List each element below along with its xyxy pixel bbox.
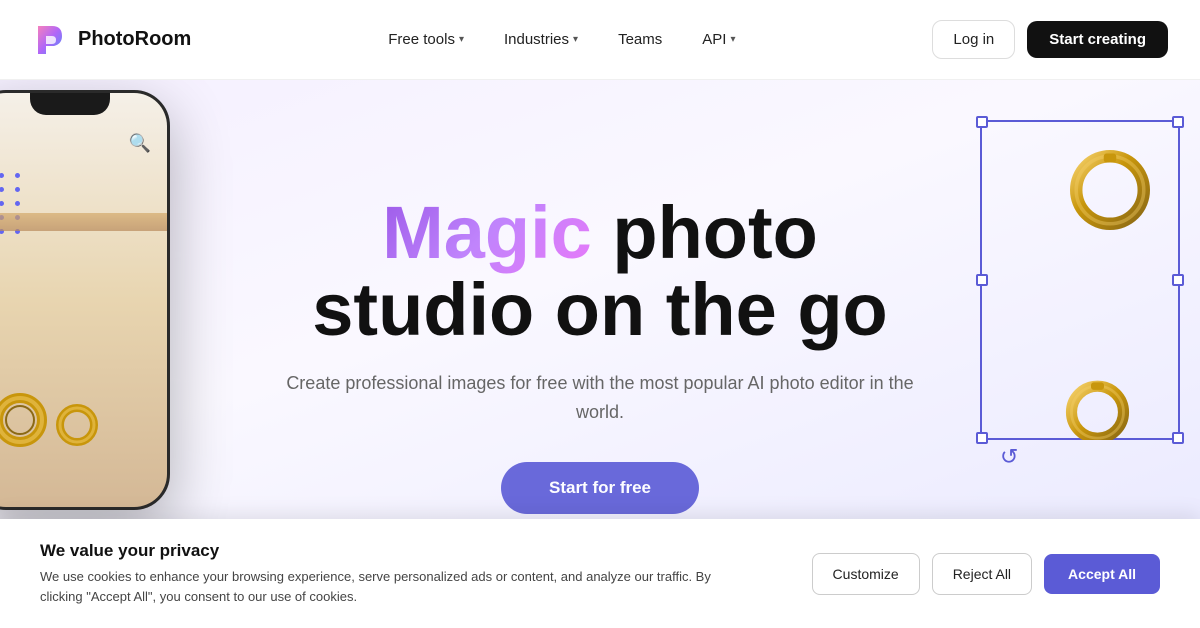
customize-button[interactable]: Customize xyxy=(812,553,920,595)
hero-content: Magic photostudio on the go Create profe… xyxy=(280,194,920,515)
dot xyxy=(15,201,20,206)
logo-icon xyxy=(32,22,68,58)
earring-gold-1 xyxy=(0,393,47,447)
cookie-description: We use cookies to enhance your browsing … xyxy=(40,567,720,606)
logo-text: PhotoRoom xyxy=(78,28,191,51)
phone-mockup: 🔍 xyxy=(0,90,190,530)
dot xyxy=(0,173,4,178)
cookie-title: We value your privacy xyxy=(40,541,720,561)
handle-top-right xyxy=(1172,116,1184,128)
nav-actions: Log in Start creating xyxy=(932,20,1168,59)
right-earring-large xyxy=(1070,150,1150,230)
hero-subtitle: Create professional images for free with… xyxy=(280,369,920,427)
hero-title-magic: Magic xyxy=(382,191,592,274)
right-jewelry-section: ↺ xyxy=(960,120,1200,500)
dot xyxy=(15,187,20,192)
dot xyxy=(0,201,4,206)
cookie-actions: Customize Reject All Accept All xyxy=(812,553,1160,595)
nav-teams[interactable]: Teams xyxy=(602,23,678,56)
navbar: PhotoRoom Free tools ▾ Industries ▾ Team… xyxy=(0,0,1200,80)
nav-industries[interactable]: Industries ▾ xyxy=(488,23,594,56)
chevron-down-icon: ▾ xyxy=(573,34,578,45)
handle-bottom-right xyxy=(1172,432,1184,444)
handle-top-left xyxy=(976,116,988,128)
cookie-banner: We value your privacy We use cookies to … xyxy=(0,519,1200,628)
logo[interactable]: PhotoRoom xyxy=(32,22,191,58)
nav-api[interactable]: API ▾ xyxy=(686,23,751,56)
login-button[interactable]: Log in xyxy=(932,20,1015,59)
phone-earrings xyxy=(0,393,99,447)
nav-links: Free tools ▾ Industries ▾ Teams API ▾ xyxy=(372,23,751,56)
cookie-text-block: We value your privacy We use cookies to … xyxy=(40,541,720,606)
hero-cta-button[interactable]: Start for free xyxy=(501,462,699,514)
handle-middle-right xyxy=(1172,274,1184,286)
start-creating-button[interactable]: Start creating xyxy=(1027,21,1168,58)
reject-all-button[interactable]: Reject All xyxy=(932,553,1032,595)
rotate-icon: ↺ xyxy=(1000,444,1018,470)
earring-gold-2 xyxy=(55,403,99,447)
chevron-down-icon: ▾ xyxy=(459,34,464,45)
phone-body: 🔍 xyxy=(0,90,170,510)
phone-notch xyxy=(30,93,110,115)
nav-free-tools[interactable]: Free tools ▾ xyxy=(372,23,480,56)
accept-all-button[interactable]: Accept All xyxy=(1044,554,1160,594)
search-icon: 🔍 xyxy=(129,133,151,154)
shelf-decoration xyxy=(0,213,167,231)
right-earring-small xyxy=(1065,375,1130,440)
handle-bottom-left xyxy=(976,432,988,444)
dot xyxy=(0,187,4,192)
phone-screen: 🔍 xyxy=(0,93,167,507)
hero-title: Magic photostudio on the go xyxy=(280,194,920,349)
handle-middle-left xyxy=(976,274,988,286)
chevron-down-icon: ▾ xyxy=(730,34,735,45)
dot xyxy=(15,173,20,178)
